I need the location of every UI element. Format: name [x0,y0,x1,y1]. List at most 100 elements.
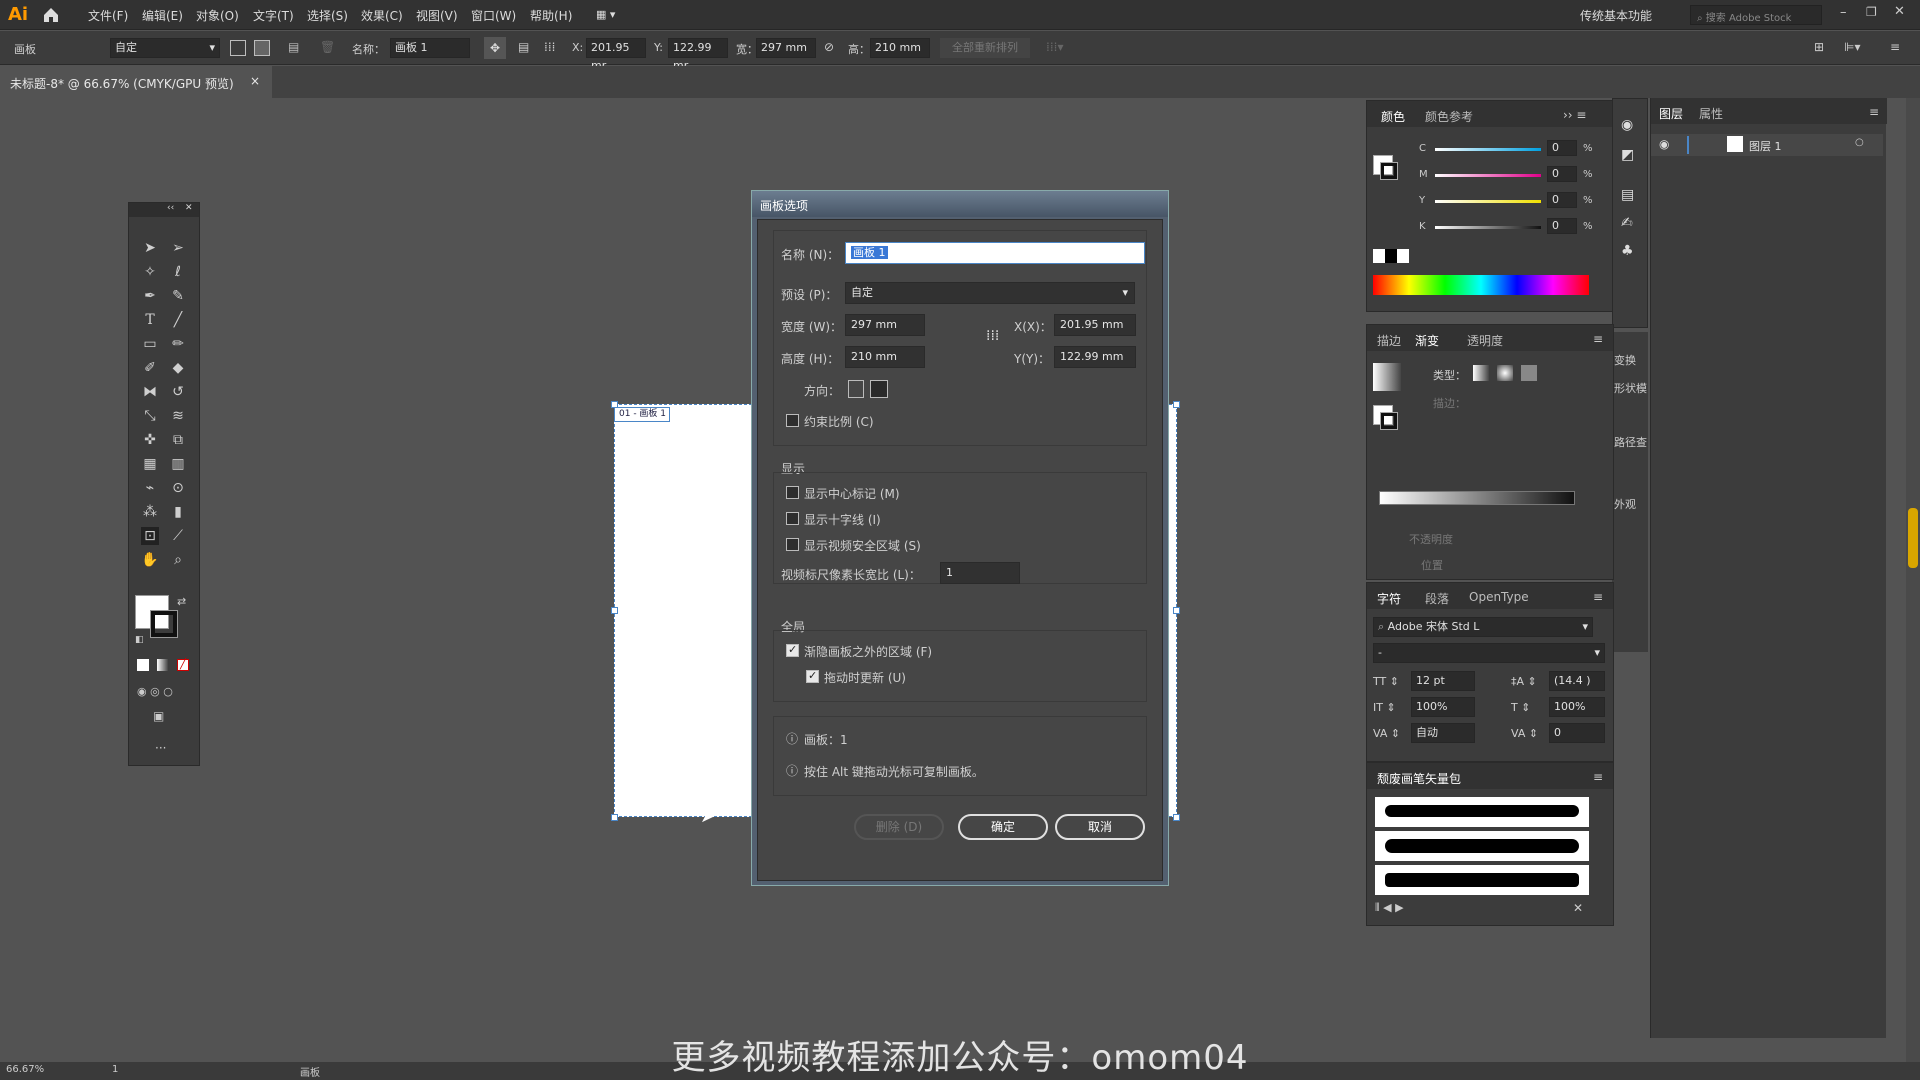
panel-menu-icon[interactable]: ›› ≡ [1563,108,1586,122]
tab-gradient[interactable]: 渐变 [1415,332,1439,349]
radial-gradient-icon[interactable] [1497,365,1513,381]
color-mode-icon[interactable] [137,659,149,671]
dialog-title[interactable]: 画板选项 [752,191,1168,217]
black-slider[interactable] [1435,226,1541,229]
line-tool-icon[interactable]: ╱ [169,311,187,329]
reference-point-icon[interactable]: ⁞⁞⁞ [986,328,999,344]
new-artboard-icon[interactable]: ▤ [288,40,299,54]
artboard-handle[interactable] [1173,814,1180,821]
panel-menu-icon[interactable]: ≡ [1593,332,1603,346]
width-input[interactable]: 297 mm [756,38,816,58]
artboard-handle[interactable] [611,401,618,408]
ok-button[interactable]: 确定 [958,814,1048,840]
default-colors-icon[interactable]: ◧ [135,635,144,645]
pencil-tool-icon[interactable]: ✏ [169,335,187,353]
selection-tool-icon[interactable]: ➤ [141,239,159,257]
gradient-slider[interactable] [1379,491,1575,505]
toolbox-header[interactable]: ‹‹ ✕ [129,203,199,217]
perspective-grid-icon[interactable]: ▦ [141,455,159,473]
artboard-handle[interactable] [1173,401,1180,408]
freeform-gradient-icon[interactable] [1521,365,1537,381]
stroke-swatch[interactable] [150,610,178,638]
artboard-tool-icon[interactable]: ⊡ [141,527,159,545]
none-mode-icon[interactable]: ╱ [177,659,189,671]
eraser-tool-icon[interactable]: ◆ [169,359,187,377]
menu-window[interactable]: 窗口(W) [471,7,516,24]
slice-tool-icon[interactable]: ⟋ [169,527,187,545]
panel-menu-icon[interactable]: ≡ [1593,770,1603,784]
link-icon[interactable]: ⊘ [824,40,834,54]
zoom-tool-icon[interactable]: ⌕ [169,551,187,569]
move-with-artboard-icon[interactable]: ✥ [484,37,506,59]
workspace-switcher[interactable]: 传统基本功能 [1580,7,1652,24]
menu-text[interactable]: 文字(T) [253,7,294,24]
libraries-icon[interactable]: ▤ [1621,187,1634,203]
tracking-input[interactable]: 0 [1549,723,1605,743]
shape-builder-icon[interactable]: ⧉ [169,431,187,449]
rotate-tool-icon[interactable]: ↺ [169,383,187,401]
rectangle-tool-icon[interactable]: ▭ [141,335,159,353]
menu-edit[interactable]: 编辑(E) [142,7,183,24]
type-tool-icon[interactable]: T [141,311,159,329]
blend-tool-icon[interactable]: ⊙ [169,479,187,497]
yellow-input[interactable]: 0 [1547,192,1577,208]
tab-properties[interactable]: 属性 [1699,105,1723,122]
lasso-icon[interactable]: ℓ [169,263,187,281]
arrange-icon[interactable]: ⊞ [1814,40,1824,54]
brushes-icon[interactable]: ✍ [1621,215,1633,231]
cyan-slider[interactable] [1435,148,1541,151]
cyan-input[interactable]: 0 [1547,140,1577,156]
artboard-handle[interactable] [611,814,618,821]
more-tools-icon[interactable]: ··· [155,741,166,755]
rearrange-all-button[interactable]: 全部重新排列 [940,38,1030,58]
tab-opentype[interactable]: OpenType [1469,590,1529,604]
warp-tool-icon[interactable]: ≋ [169,407,187,425]
y-input[interactable]: 122.99 mm [1054,346,1136,368]
grid-icon[interactable]: ⁞⁞⁞▾ [1046,40,1063,54]
menu-effect[interactable]: 效果(C) [361,7,403,24]
fade-outside-checkbox[interactable] [786,643,799,657]
tab-color-guide[interactable]: 颜色参考 [1425,108,1473,125]
restore-icon[interactable]: ❐ [1866,5,1877,19]
tab-stroke[interactable]: 描边 [1377,332,1401,349]
puppet-warp-icon[interactable]: ✜ [141,431,159,449]
stock-search-input[interactable]: ⌕ 搜索 Adobe Stock [1690,5,1822,25]
menu-object[interactable]: 对象(O) [196,7,239,24]
height-input[interactable]: 210 mm [845,346,925,368]
scale-tool-icon[interactable]: ⤡ [141,407,159,425]
brush-item[interactable] [1375,831,1589,861]
magic-wand-icon[interactable]: ✧ [141,263,159,281]
side-label-shape[interactable]: 形状模 [1614,380,1647,396]
font-size-input[interactable]: 12 pt [1411,671,1475,691]
gradient-mode-icon[interactable] [157,659,169,671]
side-label-pathfinder[interactable]: 路径查 [1614,434,1647,450]
width-input[interactable]: 297 mm [845,314,925,336]
remove-icon[interactable]: ✕ [1573,901,1583,915]
color-guide-icon[interactable]: ◉ [1621,117,1633,133]
symbol-sprayer-icon[interactable]: ⁂ [141,503,159,521]
target-icon[interactable]: ○ [1855,137,1864,148]
visibility-eye-icon[interactable]: ◉ [1659,137,1669,151]
direct-selection-tool-icon[interactable]: ➢ [169,239,187,257]
shaper-tool-icon[interactable]: ✐ [141,359,159,377]
panel-menu-icon[interactable]: ≡ [1890,40,1900,54]
align-icon[interactable]: ⊫▾ [1844,40,1860,54]
hand-tool-icon[interactable]: ✋ [141,551,159,569]
show-safe-area-checkbox[interactable] [786,538,799,551]
brush-item[interactable] [1375,865,1589,895]
linear-gradient-icon[interactable] [1473,365,1489,381]
stroke-swatch[interactable] [1380,412,1398,430]
font-style-select[interactable]: - ▾ [1373,643,1605,663]
document-tab[interactable]: 未标题-8* @ 66.67% (CMYK/GPU 预览) × [0,66,272,98]
x-input[interactable]: 201.95 mr [586,38,646,72]
landscape-icon[interactable] [870,380,888,398]
graph-tool-icon[interactable]: ▮ [169,503,187,521]
curvature-tool-icon[interactable]: ✎ [169,287,187,305]
delete-artboard-icon[interactable]: 🗑 [320,40,335,54]
reflect-tool-icon[interactable]: ⧓ [141,383,159,401]
stroke-swatch[interactable] [1380,162,1398,180]
menu-view[interactable]: 视图(V) [416,7,458,24]
cancel-button[interactable]: 取消 [1055,814,1145,840]
artboard-handle[interactable] [611,607,618,614]
tab-color[interactable]: 颜色 [1381,108,1405,125]
